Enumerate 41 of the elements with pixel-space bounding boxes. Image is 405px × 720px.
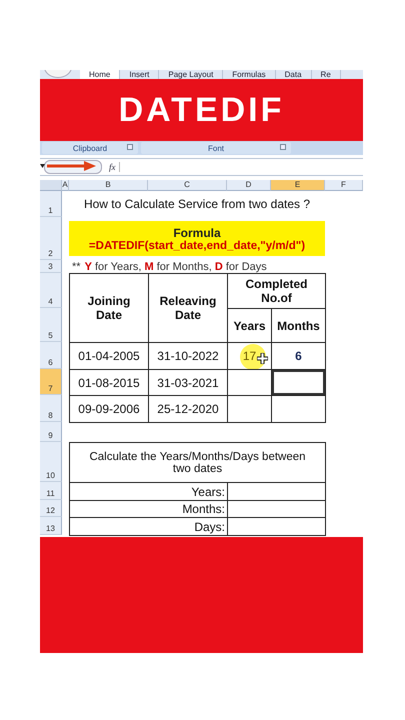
table-cell: 09-09-2006 bbox=[69, 395, 149, 423]
row-header[interactable]: 7 bbox=[40, 369, 62, 395]
caret-icon[interactable] bbox=[40, 164, 45, 168]
row-header[interactable]: 11 bbox=[40, 482, 62, 500]
banner-title: DATEDIF bbox=[118, 90, 284, 130]
header-cell: Joining Date bbox=[69, 273, 149, 343]
column-header[interactable]: C bbox=[148, 180, 227, 191]
formula-heading: Formula bbox=[173, 226, 221, 240]
plus-cursor-icon bbox=[257, 353, 268, 364]
sheet-title: How to Calculate Service from two dates ? bbox=[82, 196, 312, 213]
legend-text: Y for Years, M for Months, D for Days bbox=[84, 260, 267, 272]
ribbon-tab[interactable]: Home bbox=[80, 70, 120, 79]
row-header[interactable]: 2 bbox=[40, 217, 62, 260]
row-header[interactable]: 4 bbox=[40, 273, 62, 308]
column-header[interactable]: E bbox=[271, 180, 325, 191]
launcher-icon[interactable] bbox=[127, 144, 133, 150]
launcher-icon[interactable] bbox=[280, 144, 286, 150]
function-button[interactable]: fx bbox=[106, 162, 120, 172]
group-label: Clipboard bbox=[72, 144, 108, 152]
note-mark: ** bbox=[72, 260, 81, 272]
column-header[interactable]: D bbox=[227, 180, 271, 191]
selected-cell[interactable] bbox=[271, 369, 326, 396]
row-header[interactable]: 3 bbox=[40, 260, 62, 273]
row-header[interactable]: 6 bbox=[40, 342, 62, 369]
empty-cell[interactable] bbox=[271, 395, 326, 423]
row-header[interactable]: 9 bbox=[40, 422, 62, 442]
row-header[interactable]: 10 bbox=[40, 442, 62, 482]
arrow-icon bbox=[46, 161, 96, 171]
formula-text: =DATEDIF(start_date,end_date,"y/m/d") bbox=[88, 240, 306, 252]
row-header[interactable]: 13 bbox=[40, 517, 62, 535]
summary-heading: Calculate the Years/Months/Days between two dates bbox=[69, 442, 326, 483]
row-header[interactable]: 1 bbox=[40, 191, 62, 217]
header-cell: Completed No.of bbox=[227, 273, 326, 309]
summary-label: Days: bbox=[69, 517, 228, 536]
column-header[interactable]: F bbox=[325, 180, 363, 191]
row-header[interactable]: 5 bbox=[40, 308, 62, 342]
row-header[interactable]: 12 bbox=[40, 500, 62, 517]
column-header[interactable]: B bbox=[69, 180, 148, 191]
row-header[interactable]: 8 bbox=[40, 395, 62, 422]
group-label: Font bbox=[208, 144, 224, 152]
column-header[interactable]: A bbox=[62, 180, 69, 191]
